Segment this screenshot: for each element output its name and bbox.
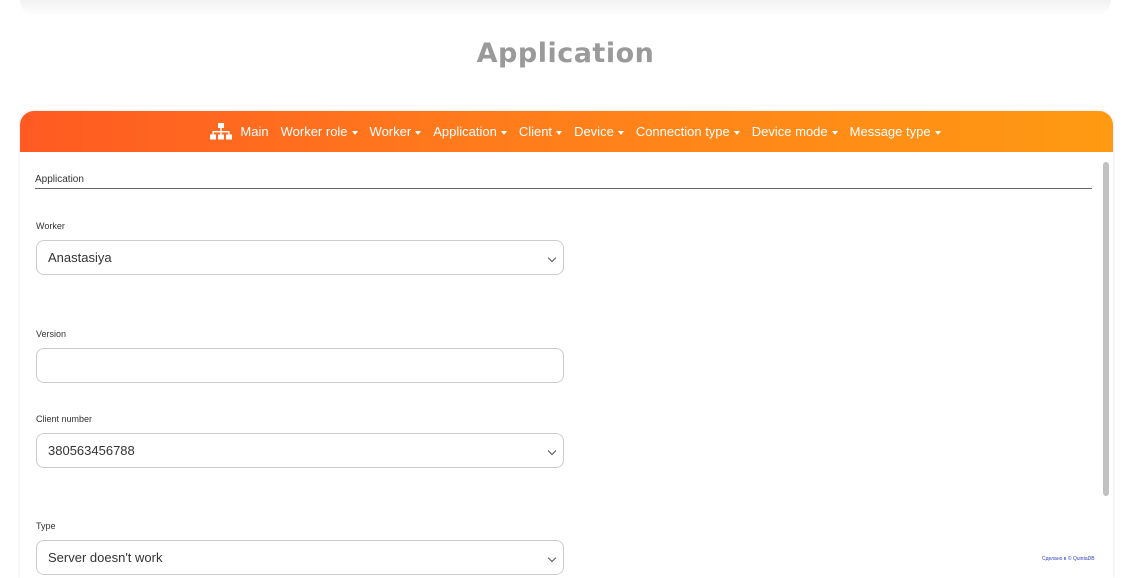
caret-down-icon (351, 130, 358, 135)
nav-application-label: Application (433, 124, 497, 139)
nav-message-type-label: Message type (849, 124, 931, 139)
nav-device-mode-label: Device mode (751, 124, 828, 139)
nav-client[interactable]: Client (518, 124, 563, 139)
top-navbar: Main Worker role Worker Application Clie… (20, 111, 1113, 152)
chevron-down-icon (547, 553, 557, 563)
type-label: Type (36, 521, 56, 531)
nav-worker-label: Worker (369, 124, 412, 139)
nav-message-type[interactable]: Message type (850, 124, 941, 139)
client-number-select[interactable]: 380563456788 (36, 433, 564, 468)
sitemap-icon (210, 122, 233, 139)
nav-connection-type[interactable]: Connection type (636, 124, 740, 139)
nav-application[interactable]: Application (433, 124, 507, 139)
chevron-down-icon (547, 253, 557, 263)
caret-down-icon (733, 130, 740, 135)
worker-select-value: Anastasiya (48, 250, 112, 265)
caret-down-icon (500, 130, 507, 135)
nav-device-mode[interactable]: Device mode (752, 124, 838, 139)
form-section-title: Application (35, 174, 1092, 189)
application-form: Application Worker Anastasiya Version Cl… (20, 152, 1113, 578)
worker-select[interactable]: Anastasiya (36, 240, 564, 275)
nav-main[interactable]: Main (210, 122, 269, 141)
caret-down-icon (831, 130, 838, 135)
client-number-select-value: 380563456788 (48, 443, 135, 458)
nav-device-label: Device (574, 124, 614, 139)
version-input[interactable] (36, 348, 564, 383)
page-title: Application (476, 38, 655, 69)
nav-worker[interactable]: Worker (370, 124, 422, 139)
version-label: Version (36, 329, 67, 339)
vertical-scrollbar[interactable] (1103, 162, 1109, 496)
nav-worker-role[interactable]: Worker role (281, 124, 358, 139)
header-shadow (20, 0, 1111, 16)
client-number-label: Client number (36, 414, 93, 424)
caret-down-icon (617, 130, 624, 135)
nav-connection-type-label: Connection type (635, 124, 730, 139)
nav-worker-role-label: Worker role (280, 124, 348, 139)
watermark-link[interactable]: Сделано в © QuintaDB (1042, 556, 1095, 562)
caret-down-icon (934, 130, 941, 135)
chevron-down-icon (547, 446, 557, 456)
type-select[interactable]: Server doesn't work (36, 540, 564, 575)
type-select-value: Server doesn't work (48, 550, 163, 565)
main-card: Main Worker role Worker Application Clie… (20, 111, 1113, 578)
caret-down-icon (415, 130, 422, 135)
nav-client-label: Client (518, 124, 553, 139)
nav-main-label: Main (240, 124, 269, 139)
nav-device[interactable]: Device (574, 124, 624, 139)
caret-down-icon (556, 130, 563, 135)
worker-label: Worker (36, 221, 65, 231)
